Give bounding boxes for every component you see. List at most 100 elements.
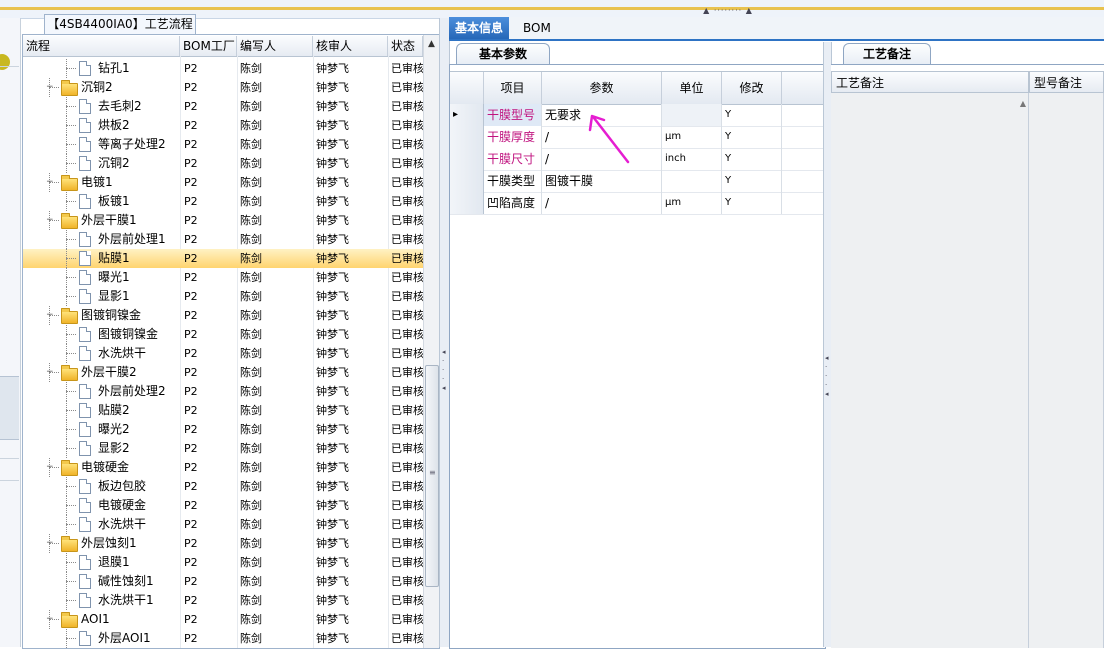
- tree-step-row[interactable]: 图镀铜镍金 P2 陈剑 钟梦飞 已审核: [23, 325, 423, 344]
- document-icon: [79, 270, 91, 285]
- col-header-writer[interactable]: 编写人: [237, 36, 313, 56]
- col-header-modify[interactable]: 修改: [722, 72, 782, 104]
- col-header-process[interactable]: 流程: [23, 36, 180, 56]
- left-panel-selected-item[interactable]: [0, 376, 19, 440]
- scroll-up-icon[interactable]: ▲: [424, 39, 439, 53]
- collapse-icon[interactable]: −: [46, 368, 54, 377]
- row-header[interactable]: [450, 192, 484, 214]
- collapse-icon[interactable]: −: [46, 463, 54, 472]
- tree-step-row[interactable]: 外层前处理1 P2 陈剑 钟梦飞 已审核: [23, 230, 423, 249]
- step-name-cell: 钻孔1: [98, 61, 130, 75]
- status-cell: 已审核: [391, 176, 423, 189]
- tree-step-row[interactable]: 电镀硬金 P2 陈剑 钟梦飞 已审核: [23, 496, 423, 515]
- tree-step-row[interactable]: 碱性蚀刻1 P2 陈剑 钟梦飞 已审核: [23, 572, 423, 591]
- tree-group-row[interactable]: − 电镀硬金 P2 陈剑 钟梦飞 已审核: [23, 458, 423, 477]
- tree-step-row[interactable]: 外层AOI1 P2 陈剑 钟梦飞 已审核: [23, 629, 423, 648]
- param-unit-cell: μm: [662, 192, 722, 214]
- tree-step-row[interactable]: 曝光2 P2 陈剑 钟梦飞 已审核: [23, 420, 423, 439]
- bom-plant-cell: P2: [184, 632, 198, 645]
- col-header-bom-plant[interactable]: BOM工厂: [180, 36, 237, 56]
- process-notes-header: 工艺备注: [831, 71, 1029, 93]
- tree-step-row[interactable]: 外层前处理2 P2 陈剑 钟梦飞 已审核: [23, 382, 423, 401]
- col-header-unit[interactable]: 单位: [662, 72, 722, 104]
- bom-plant-cell: P2: [184, 366, 198, 379]
- tree-step-row[interactable]: 水洗烘干 P2 陈剑 钟梦飞 已审核: [23, 344, 423, 363]
- col-header-status[interactable]: 状态: [388, 36, 423, 56]
- writer-cell: 陈剑: [240, 309, 262, 322]
- writer-cell: 陈剑: [240, 594, 262, 607]
- tab-process-notes[interactable]: 工艺备注: [843, 43, 931, 65]
- tree-group-row[interactable]: − 沉铜2 P2 陈剑 钟梦飞 已审核: [23, 78, 423, 97]
- tree-step-row[interactable]: 退膜1 P2 陈剑 钟梦飞 已审核: [23, 553, 423, 572]
- basic-params-grid[interactable]: 项目 参数 单位 修改 ▸ 干膜型号 无要求 Y 干膜厚度 / μm Y 干膜尺寸 / inch Y 干…: [449, 64, 826, 649]
- step-name-cell: 沉铜2: [81, 80, 113, 94]
- row-header[interactable]: [450, 126, 484, 148]
- tree-step-row[interactable]: 水洗烘干 P2 陈剑 钟梦飞 已审核: [23, 515, 423, 534]
- tree-step-row[interactable]: 钻孔1 P2 陈剑 钟梦飞 已审核: [23, 59, 423, 78]
- tree-step-row[interactable]: 水洗烘干1 P2 陈剑 钟梦飞 已审核: [23, 591, 423, 610]
- reviewer-cell: 钟梦飞: [316, 290, 349, 303]
- collapse-icon[interactable]: −: [46, 539, 54, 548]
- tree-step-row[interactable]: 贴膜1 P2 陈剑 钟梦飞 已审核: [23, 249, 423, 268]
- tree-step-row[interactable]: 沉铜2 P2 陈剑 钟梦飞 已审核: [23, 154, 423, 173]
- tree-step-row[interactable]: 曝光1 P2 陈剑 钟梦飞 已审核: [23, 268, 423, 287]
- param-row[interactable]: 凹陷高度 / μm Y: [450, 192, 823, 215]
- document-icon: [79, 479, 91, 494]
- collapse-icon[interactable]: −: [46, 615, 54, 624]
- tab-basic-params[interactable]: 基本参数: [456, 43, 550, 65]
- param-value-cell[interactable]: /: [542, 192, 662, 214]
- collapse-icon[interactable]: −: [46, 83, 54, 92]
- process-flow-grid[interactable]: 流程 BOM工厂 编写人 核审人 状态 钻孔1 P2 陈剑 钟梦飞 已审核 − 沉铜2 P2 陈…: [22, 34, 440, 649]
- tree-step-row[interactable]: 显影1 P2 陈剑 钟梦飞 已审核: [23, 287, 423, 306]
- left-collapsed-panel[interactable]: [0, 18, 21, 647]
- step-name-cell: 图镀铜镍金: [81, 308, 142, 322]
- reviewer-cell: 钟梦飞: [316, 176, 349, 189]
- tree-step-row[interactable]: 等离子处理2 P2 陈剑 钟梦飞 已审核: [23, 135, 423, 154]
- param-row[interactable]: 干膜尺寸 / inch Y: [450, 148, 823, 171]
- tree-group-row[interactable]: − 图镀铜镍金 P2 陈剑 钟梦飞 已审核: [23, 306, 423, 325]
- collapse-icon[interactable]: −: [46, 216, 54, 225]
- scrollbar-thumb[interactable]: ≡: [425, 365, 439, 587]
- reviewer-cell: 钟梦飞: [316, 537, 349, 550]
- document-icon: [79, 118, 91, 133]
- model-notes-textarea[interactable]: [1029, 93, 1104, 648]
- col-header-item[interactable]: 项目: [484, 72, 542, 104]
- tree-step-row[interactable]: 去毛刺2 P2 陈剑 钟梦飞 已审核: [23, 97, 423, 116]
- param-row[interactable]: 干膜类型 图镀干膜 Y: [450, 170, 823, 193]
- tree-group-row[interactable]: − AOI1 P2 陈剑 钟梦飞 已审核: [23, 610, 423, 629]
- param-modify-cell: Y: [722, 148, 782, 170]
- tree-group-row[interactable]: − 电镀1 P2 陈剑 钟梦飞 已审核: [23, 173, 423, 192]
- reviewer-cell: 钟梦飞: [316, 271, 349, 284]
- row-header[interactable]: ▸: [450, 104, 484, 126]
- status-cell: 已审核: [391, 214, 423, 227]
- tree-step-row[interactable]: 板边包胶 P2 陈剑 钟梦飞 已审核: [23, 477, 423, 496]
- tree-group-row[interactable]: − 外层蚀刻1 P2 陈剑 钟梦飞 已审核: [23, 534, 423, 553]
- scroll-up-icon[interactable]: ▲: [1020, 99, 1026, 108]
- tree-step-row[interactable]: 贴膜2 P2 陈剑 钟梦飞 已审核: [23, 401, 423, 420]
- process-scrollbar[interactable]: ▲ ≡: [423, 35, 439, 648]
- col-header-reviewer[interactable]: 核审人: [313, 36, 388, 56]
- step-name-cell: 外层AOI1: [98, 631, 151, 645]
- step-name-cell: 外层前处理2: [98, 384, 166, 398]
- tree-step-row[interactable]: 板镀1 P2 陈剑 钟梦飞 已审核: [23, 192, 423, 211]
- param-row[interactable]: 干膜厚度 / μm Y: [450, 126, 823, 149]
- bom-plant-cell: P2: [184, 385, 198, 398]
- row-header[interactable]: [450, 170, 484, 192]
- row-header[interactable]: [450, 148, 484, 170]
- top-splitter-grip[interactable]: ▲ ········ ▲: [694, 6, 762, 16]
- tree-group-row[interactable]: − 外层干膜2 P2 陈剑 钟梦飞 已审核: [23, 363, 423, 382]
- tab-basic-info[interactable]: 基本信息: [449, 17, 510, 39]
- select-all-corner[interactable]: [450, 72, 484, 104]
- collapse-icon[interactable]: −: [46, 311, 54, 320]
- collapse-icon[interactable]: −: [46, 178, 54, 187]
- param-row[interactable]: ▸ 干膜型号 无要求 Y: [450, 104, 823, 127]
- tab-bom[interactable]: BOM: [517, 17, 557, 39]
- process-flow-tab[interactable]: 【4SB4400IA0】工艺流程: [44, 14, 196, 34]
- tree-step-row[interactable]: 烘板2 P2 陈剑 钟梦飞 已审核: [23, 116, 423, 135]
- col-header-param[interactable]: 参数: [542, 72, 662, 104]
- param-value-cell[interactable]: 图镀干膜: [542, 170, 662, 192]
- tree-step-row[interactable]: 显影2 P2 陈剑 钟梦飞 已审核: [23, 439, 423, 458]
- process-notes-textarea[interactable]: ▲: [831, 93, 1029, 648]
- tree-group-row[interactable]: − 外层干膜1 P2 陈剑 钟梦飞 已审核: [23, 211, 423, 230]
- bom-plant-cell: P2: [184, 214, 198, 227]
